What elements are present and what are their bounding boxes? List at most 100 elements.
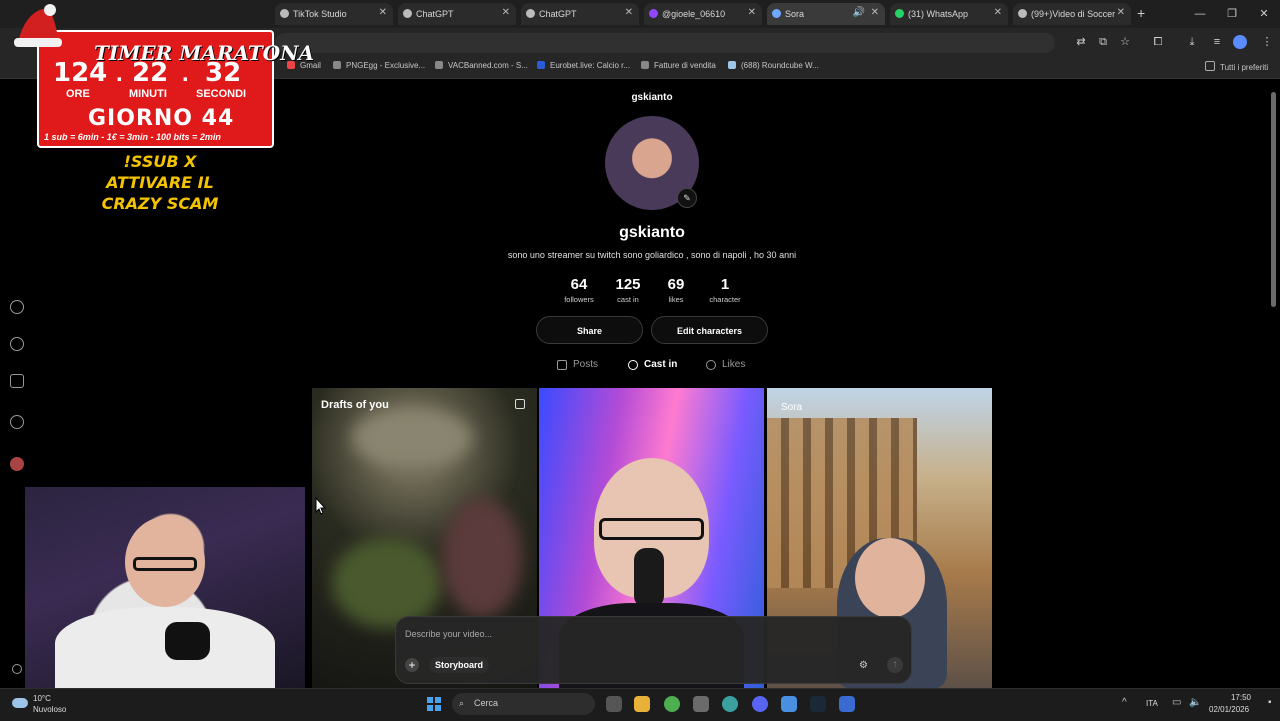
close-icon[interactable]: ✕ xyxy=(625,7,633,18)
bookmark-label: Fatture di vendita xyxy=(654,61,716,70)
overlay-command-line-3: CRAZY SCAM xyxy=(101,194,219,213)
install-app-icon[interactable]: ⧉ xyxy=(1094,34,1112,50)
timer-rates: 1 sub = 6min - 1€ = 3min - 100 bits = 2m… xyxy=(44,132,221,142)
start-tile xyxy=(427,697,433,703)
avatar[interactable] xyxy=(10,457,24,471)
bell-icon[interactable] xyxy=(10,415,24,429)
bookmark-vacbanned[interactable]: VACBanned.com - S... xyxy=(435,61,528,70)
bookmark-star-icon[interactable]: ☆ xyxy=(1116,34,1134,50)
microphone-shape xyxy=(634,548,664,608)
cast-icon xyxy=(628,359,638,370)
app-icon[interactable] xyxy=(722,696,738,712)
bookmark-fatture[interactable]: Fatture di vendita xyxy=(641,61,716,70)
task-view-icon[interactable] xyxy=(606,696,622,712)
face-shape xyxy=(855,538,925,618)
roundcube-icon xyxy=(728,61,736,69)
app-icon[interactable] xyxy=(781,696,797,712)
profile-icon[interactable] xyxy=(1233,35,1247,49)
tab-label: ChatGPT xyxy=(539,9,577,19)
timer-minutes: 22 xyxy=(132,58,169,88)
tab-label: Posts xyxy=(573,359,599,370)
mouse-cursor-icon xyxy=(315,497,327,515)
app-icon[interactable] xyxy=(693,696,709,712)
steam-icon[interactable] xyxy=(810,696,826,712)
tab-whatsapp[interactable]: (31) WhatsApp ✕ xyxy=(890,3,1008,25)
settings-icon[interactable] xyxy=(12,664,22,674)
close-icon[interactable]: ✕ xyxy=(1117,7,1125,18)
notification-icon[interactable]: ▪ xyxy=(1268,697,1272,708)
bookmark-label: Tutti i preferiti xyxy=(1220,63,1269,72)
tab-tiktok-studio[interactable]: TikTok Studio ✕ xyxy=(275,3,393,25)
file-explorer-icon[interactable] xyxy=(634,696,650,712)
storyboard-button[interactable]: Storyboard xyxy=(429,657,490,673)
tiktok-icon xyxy=(280,9,289,18)
share-button[interactable]: Share xyxy=(536,316,643,344)
download-icon[interactable]: ⤓ xyxy=(1183,34,1201,50)
describe-video-input[interactable]: Describe your video... xyxy=(405,629,492,639)
close-icon[interactable]: ✕ xyxy=(502,7,510,18)
separator: . xyxy=(116,60,123,87)
tab-cast-in[interactable]: Cast in xyxy=(628,359,677,370)
timer-day: GIORNO 44 xyxy=(88,106,235,131)
eurobet-icon xyxy=(537,61,545,69)
close-icon[interactable]: ✕ xyxy=(748,7,756,18)
bookmark-label: Eurobet.live: Calcio r... xyxy=(550,61,631,70)
edit-avatar-pencil-icon[interactable]: ✎ xyxy=(677,188,697,208)
close-window-icon[interactable]: ✕ xyxy=(1248,0,1280,28)
kebab-menu-icon[interactable]: ⋮ xyxy=(1258,34,1276,50)
bookmark-all[interactable]: Tutti i preferiti xyxy=(1205,61,1268,72)
send-arrow-icon[interactable]: ↑ xyxy=(887,657,903,673)
app-icon[interactable] xyxy=(839,696,855,712)
minimize-icon[interactable]: — xyxy=(1184,0,1216,28)
settings-sliders-icon[interactable]: ⚙ xyxy=(859,660,868,671)
windows-start-icon[interactable] xyxy=(427,697,441,711)
trophy-icon[interactable] xyxy=(10,374,24,388)
tiktok-icon xyxy=(1018,9,1027,18)
tab-label: (99+)Video di Soccer xyxy=(1031,9,1116,19)
new-tab-button[interactable]: + xyxy=(1137,5,1145,21)
tab-chatgpt-1[interactable]: ChatGPT ✕ xyxy=(398,3,516,25)
close-icon[interactable]: ✕ xyxy=(871,7,879,18)
close-icon[interactable]: ✕ xyxy=(379,7,387,18)
chrome-icon[interactable] xyxy=(664,696,680,712)
clock-date[interactable]: 02/01/2026 xyxy=(1209,705,1249,714)
home-icon[interactable] xyxy=(10,300,24,314)
bookmark-label: (688) Roundcube W... xyxy=(741,61,819,70)
restore-icon[interactable]: ❐ xyxy=(1216,0,1248,28)
volume-icon[interactable]: 🔈 xyxy=(1189,697,1201,708)
clock-time[interactable]: 17:50 xyxy=(1221,693,1251,702)
bookmark-eurobet[interactable]: Eurobet.live: Calcio r... xyxy=(537,61,630,70)
search-icon[interactable] xyxy=(10,337,24,351)
window-controls: — ❐ ✕ xyxy=(1184,0,1280,28)
discord-icon[interactable] xyxy=(752,696,768,712)
network-icon[interactable]: ▭ xyxy=(1172,697,1181,708)
speaker-icon[interactable]: 🔊 xyxy=(853,7,865,18)
bookmark-label: PNGEgg - Exclusive... xyxy=(346,61,426,70)
tab-twitch[interactable]: @gioele_06610 ✕ xyxy=(644,3,762,25)
language-indicator[interactable]: ITA xyxy=(1146,699,1158,708)
stat-character[interactable]: 1 character xyxy=(695,276,755,304)
translate-icon[interactable]: ⇄ xyxy=(1072,34,1090,50)
tab-sora[interactable]: Sora 🔊 ✕ xyxy=(767,3,885,25)
tab-tiktok-video[interactable]: (99+)Video di Soccer ✕ xyxy=(1013,3,1131,25)
address-bar[interactable] xyxy=(275,33,1055,53)
webcam-overlay xyxy=(25,487,305,688)
tab-label: Cast in xyxy=(644,359,678,370)
edit-characters-button[interactable]: Edit characters xyxy=(651,316,768,344)
tab-likes[interactable]: Likes xyxy=(706,359,745,370)
tab-posts[interactable]: Posts xyxy=(557,359,598,370)
scrollbar[interactable] xyxy=(1271,92,1276,307)
sora-watermark: Sora xyxy=(781,402,803,413)
folder-icon xyxy=(1205,61,1215,71)
bookmark-pngegg[interactable]: PNGEgg - Exclusive... xyxy=(333,61,425,70)
bookmark-roundcube[interactable]: (688) Roundcube W... xyxy=(728,61,819,70)
add-media-plus-icon[interactable]: + xyxy=(405,658,419,672)
chevron-up-icon[interactable]: ^ xyxy=(1122,697,1127,708)
close-icon[interactable]: ✕ xyxy=(994,7,1002,18)
menu-list-icon[interactable]: ≡ xyxy=(1208,34,1226,50)
tab-chatgpt-2[interactable]: ChatGPT ✕ xyxy=(521,3,639,25)
cloud-icon[interactable] xyxy=(12,698,28,708)
extensions-icon[interactable]: ⧠ xyxy=(1149,34,1167,50)
blur-blob xyxy=(352,408,472,468)
tab-label: (31) WhatsApp xyxy=(908,9,969,19)
